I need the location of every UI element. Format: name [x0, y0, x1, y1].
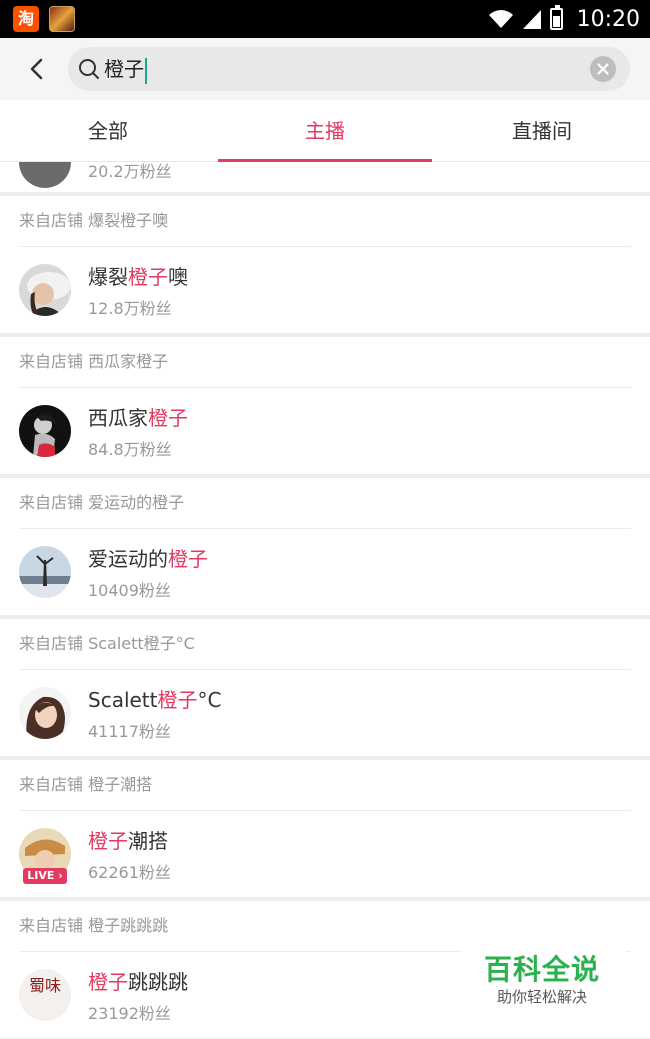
tab-bar: 全部 主播 直播间 — [0, 100, 650, 162]
battery-icon — [549, 5, 563, 30]
text-caret — [145, 57, 147, 84]
back-button[interactable] — [22, 54, 52, 84]
wifi-icon — [488, 10, 513, 28]
tab-live-rooms[interactable]: 直播间 — [434, 100, 650, 162]
fans-count: 10409粉丝 — [88, 581, 171, 600]
shop-source-label: 来自店铺 Scalett橙子°C — [19, 634, 195, 653]
avatar[interactable] — [19, 687, 71, 739]
search-query-text[interactable]: 橙子 — [104, 55, 147, 84]
avatar[interactable] — [19, 546, 71, 598]
anchor-name[interactable]: 橙子跳跳跳 — [88, 969, 188, 995]
fans-count: 62261粉丝 — [88, 863, 171, 882]
divider — [19, 669, 631, 670]
anchor-name[interactable]: 爱运动的橙子 — [88, 546, 208, 572]
fans-count: 20.2万粉丝 — [88, 162, 172, 181]
avatar[interactable] — [19, 405, 71, 457]
list-item[interactable]: 来自店铺 爱运动的橙子 爱运动的橙子 10409粉丝 — [0, 478, 650, 615]
list-item[interactable]: 来自店铺 Scalett橙子°C Scalett橙子°C 41117粉丝 — [0, 619, 650, 756]
search-header: 橙子 — [0, 38, 650, 100]
avatar — [19, 162, 71, 188]
watermark-subtitle: 助你轻松解决 — [496, 988, 587, 1006]
anchor-name[interactable]: 橙子潮搭 — [88, 828, 168, 854]
status-time: 10:20 — [576, 6, 640, 32]
fans-count: 12.8万粉丝 — [88, 299, 172, 318]
divider — [19, 246, 631, 247]
live-badge[interactable]: LIVE › — [23, 868, 67, 884]
shop-source-label: 来自店铺 橙子潮搭 — [19, 775, 153, 794]
divider — [19, 528, 631, 529]
shop-source-label: 来自店铺 西瓜家橙子 — [19, 352, 169, 371]
avatar[interactable]: 蜀味 — [19, 969, 71, 1021]
avatar[interactable] — [19, 264, 71, 316]
list-item[interactable]: 来自店铺 爆裂橙子噢 爆裂橙子噢 12.8万粉丝 — [0, 196, 650, 333]
clear-search-button[interactable] — [590, 56, 616, 82]
status-bar: 淘 10:20 — [0, 0, 650, 38]
tab-anchors[interactable]: 主播 — [217, 100, 433, 162]
watermark-title: 百科全说 — [483, 953, 600, 986]
list-item-partial[interactable]: 20.2万粉丝 — [0, 162, 650, 192]
fans-count: 84.8万粉丝 — [88, 440, 172, 459]
anchor-name[interactable]: 西瓜家橙子 — [88, 405, 188, 431]
search-input[interactable]: 橙子 — [68, 47, 630, 91]
shop-source-label: 来自店铺 爱运动的橙子 — [19, 493, 185, 512]
anchor-name[interactable]: 爆裂橙子噢 — [88, 264, 188, 290]
list-item[interactable]: 来自店铺 西瓜家橙子 西瓜家橙子 84.8万粉丝 — [0, 337, 650, 474]
shop-source-label: 来自店铺 橙子跳跳跳 — [19, 916, 169, 935]
chevron-left-icon — [30, 58, 43, 80]
search-icon — [79, 59, 99, 79]
divider — [19, 387, 631, 388]
anchor-name[interactable]: Scalett橙子°C — [88, 687, 221, 713]
fans-count: 41117粉丝 — [88, 722, 171, 741]
close-icon — [597, 63, 609, 75]
tab-all[interactable]: 全部 — [0, 100, 216, 162]
signal-icon — [522, 10, 541, 29]
list-item[interactable]: 来自店铺 橙子潮搭 LIVE › 橙子潮搭 62261粉丝 — [0, 760, 650, 897]
taobao-app-icon: 淘 — [13, 6, 39, 32]
watermark: 百科全说 助你轻松解决 — [462, 946, 627, 1012]
divider — [19, 810, 631, 811]
fans-count: 23192粉丝 — [88, 1004, 171, 1023]
shop-source-label: 来自店铺 爆裂橙子噢 — [19, 211, 169, 230]
shop-logo-text: 蜀味 — [28, 976, 61, 995]
game-app-icon — [49, 6, 75, 32]
status-indicators: 10:20 — [488, 0, 640, 38]
